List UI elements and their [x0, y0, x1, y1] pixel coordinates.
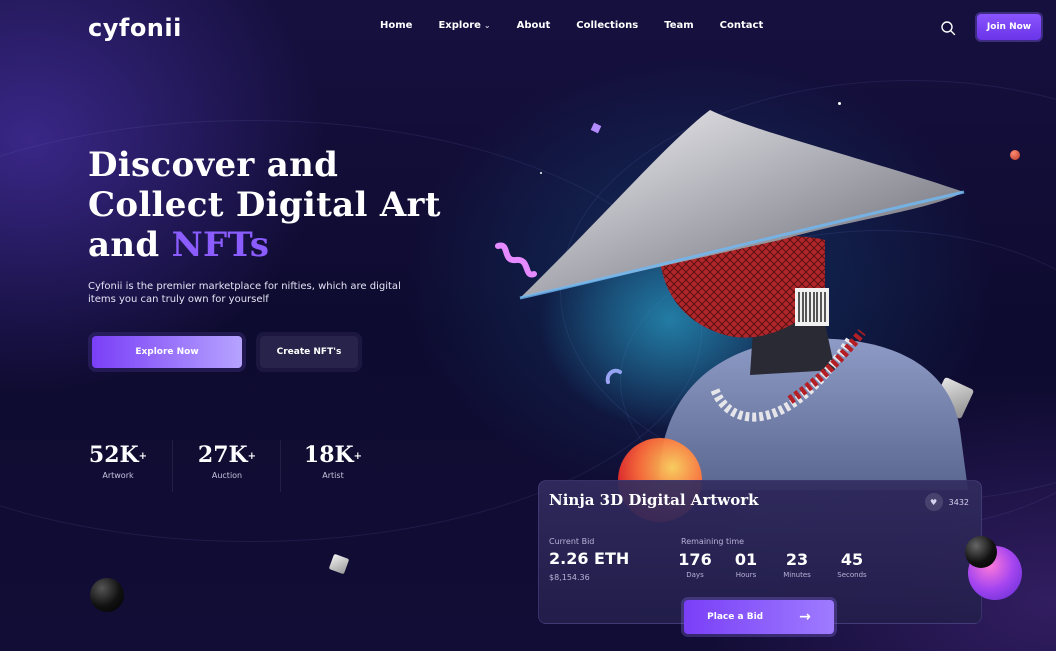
logo[interactable]: cyfonii: [88, 14, 182, 42]
timer-seconds: 45 Seconds: [834, 550, 870, 580]
card-title: Ninja 3D Digital Artwork: [549, 491, 759, 509]
hero-description: Cyfonii is the premier marketplace for n…: [88, 281, 401, 305]
nav-item-explore[interactable]: Explore ⌄: [438, 20, 490, 31]
timer-value: 01: [734, 550, 758, 569]
nav-item-collections[interactable]: Collections: [576, 20, 638, 31]
timer-value: 45: [840, 550, 864, 569]
nav-item-team[interactable]: Team: [664, 20, 693, 31]
stat-label: Artist: [322, 471, 344, 480]
nav-item-about[interactable]: About: [517, 20, 551, 31]
divider: [280, 440, 281, 492]
place-bid-label: Place a Bid: [707, 612, 764, 622]
divider: [172, 440, 173, 492]
stat-label: Artwork: [102, 471, 134, 480]
stat-artwork: 52K+ Artwork: [88, 442, 148, 480]
search-icon[interactable]: [940, 20, 956, 36]
timer-label: Minutes: [783, 571, 811, 579]
stat-label: Auction: [211, 471, 243, 480]
chevron-down-icon: ⌄: [483, 21, 491, 30]
hero-title-line: Discover and: [88, 145, 339, 185]
stat-artist: 18K+ Artist: [303, 442, 363, 480]
remaining-time-label: Remaining time: [681, 537, 745, 546]
small-orb-decoration: [1010, 150, 1020, 160]
main-nav: Home Explore ⌄ About Collections Team Co…: [380, 20, 789, 31]
timer-value: 176: [678, 550, 712, 569]
hero-title-line: Collect Digital Art: [88, 185, 441, 225]
nav-item-label: Team: [664, 20, 694, 31]
timer-value: 23: [785, 550, 809, 569]
join-now-button[interactable]: Join Now: [977, 14, 1041, 40]
current-bid-label: Current Bid: [549, 537, 595, 546]
explore-now-button[interactable]: Explore Now: [92, 336, 242, 368]
hero-title: Discover and Collect Digital Art and NFT…: [88, 145, 468, 265]
like-count: ♥ 3432: [924, 493, 969, 511]
page: cyfonii Home Explore ⌄ About Collections…: [0, 0, 1056, 651]
timer-label: Days: [686, 571, 704, 579]
timer-days: 176 Days: [677, 550, 713, 580]
nav-item-label: Contact: [719, 20, 764, 31]
hero-title-prefix: and: [88, 225, 172, 265]
nav-item-contact[interactable]: Contact: [720, 20, 764, 31]
stat-value: 18K+: [303, 442, 363, 468]
current-bid-usd: $8,154.36: [549, 573, 590, 582]
create-nft-button[interactable]: Create NFT's: [260, 336, 358, 368]
nav-item-label: About: [516, 20, 551, 31]
stat-value: 27K+: [197, 442, 257, 468]
place-bid-button[interactable]: Place a Bid →: [684, 600, 834, 634]
nav-item-label: Explore: [438, 20, 481, 31]
timer-label: Seconds: [837, 571, 867, 579]
arrow-right-icon: →: [799, 609, 811, 625]
black-sphere-decoration: [90, 578, 124, 612]
hero-title-accent: NFTs: [171, 225, 270, 265]
cube-decoration: [328, 553, 350, 575]
stat-auction: 27K+ Auction: [197, 442, 257, 480]
stat-value: 52K+: [88, 442, 148, 468]
ninja-artwork-image: [519, 110, 968, 490]
black-sphere-decoration: [965, 536, 997, 568]
nav-item-label: Collections: [576, 20, 639, 31]
timer-minutes: 23 Minutes: [779, 550, 815, 580]
hero-title-line: and NFTs: [88, 225, 468, 265]
nav-item-home[interactable]: Home: [380, 20, 412, 31]
timer-hours: 01 Hours: [729, 550, 763, 580]
timer-label: Hours: [735, 571, 757, 579]
current-bid-value: 2.26 ETH: [549, 549, 630, 568]
heart-icon[interactable]: ♥: [924, 493, 943, 511]
like-count-value: 3432: [948, 497, 969, 507]
nav-item-label: Home: [380, 20, 413, 31]
